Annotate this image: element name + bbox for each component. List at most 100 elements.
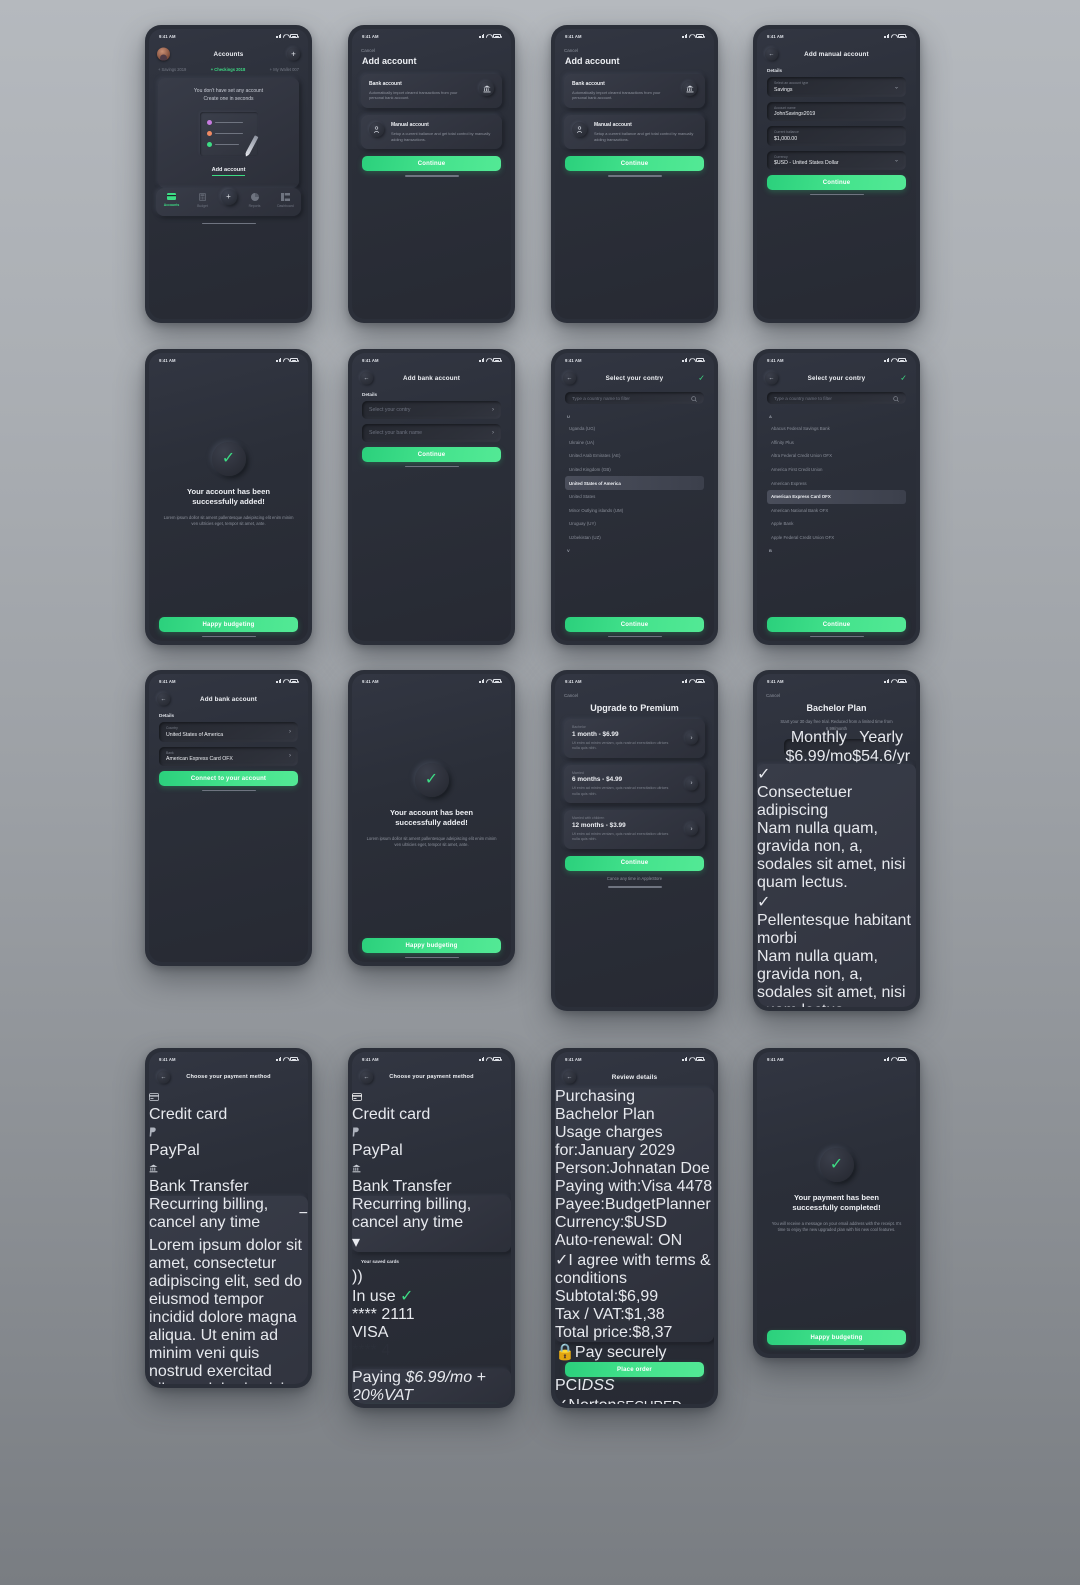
list-item[interactable]: America First Credit Union xyxy=(767,463,906,477)
list-item-selected[interactable]: American Express Card OFX xyxy=(767,489,906,504)
bank-field[interactable]: Bank American Express Card OFX › xyxy=(159,746,298,766)
add-account-button[interactable]: Add account xyxy=(211,167,246,176)
account-name-field[interactable]: Account name JohnSavings2019 xyxy=(767,101,906,121)
place-order-button[interactable]: Place order xyxy=(565,1362,704,1377)
happy-budgeting-button[interactable]: Happy budgeting xyxy=(767,1330,906,1345)
continue-button[interactable]: Continue xyxy=(767,175,906,190)
list-item[interactable]: Ukraine (UA) xyxy=(565,436,704,450)
sidebar-item-wallet[interactable]: + My Wallet 007 xyxy=(270,67,299,72)
happy-budgeting-button[interactable]: Happy budgeting xyxy=(362,938,501,953)
list-item[interactable]: United States xyxy=(565,490,704,504)
tab-dashboard[interactable]: Dashboard xyxy=(273,193,299,208)
country-field[interactable]: Country United States of America › xyxy=(159,722,298,742)
chevron-right-icon[interactable]: › xyxy=(685,731,698,745)
detail-row: Person:Johnatan Doe xyxy=(555,1160,714,1178)
continue-button[interactable]: Continue xyxy=(362,156,501,172)
sidebar-item-savings[interactable]: + Savings 2019 xyxy=(158,67,186,72)
payment-method-bank-transfer[interactable]: Bank Transfer xyxy=(149,1160,308,1196)
plan-card-married[interactable]: Married 6 months - $4.99 Ut enim ad mini… xyxy=(564,764,705,804)
payment-methods-carousel[interactable]: Credit card PayPal Bank Transfer xyxy=(352,1088,511,1196)
search-input[interactable]: Type a country name to filter xyxy=(565,392,704,404)
confirm-check-icon[interactable]: ✓ xyxy=(900,374,907,383)
back-arrow-icon[interactable]: ← xyxy=(765,47,778,61)
back-arrow-icon[interactable]: ← xyxy=(563,371,576,385)
back-arrow-icon[interactable]: ← xyxy=(157,1070,170,1084)
terms-row[interactable]: ✓I agree with terms & conditions xyxy=(555,1250,714,1288)
recurring-billing-accordion[interactable]: Recurring billing, cancel any time ▾ xyxy=(352,1196,511,1252)
back-arrow-icon[interactable]: ← xyxy=(360,371,373,385)
back-arrow-icon[interactable]: ← xyxy=(563,1070,576,1084)
list-item[interactable]: Apple Federal Credit Union OFX xyxy=(767,531,906,545)
confirm-check-icon[interactable]: ✓ xyxy=(698,374,705,383)
payment-method-paypal[interactable]: PayPal xyxy=(352,1124,511,1160)
search-input[interactable]: Type a country name to filter xyxy=(767,392,906,404)
list-item[interactable]: Uganda (UG) xyxy=(565,422,704,436)
collapse-icon[interactable]: − xyxy=(299,1205,308,1223)
empty-line-1: You don't have set any account xyxy=(193,88,264,94)
list-item[interactable]: American National Bank OFX xyxy=(767,504,906,518)
plan-card-married-children[interactable]: Married with children 12 months - $3.99 … xyxy=(564,810,705,849)
saved-card-visa[interactable]: )) In use ✓ **** 2111 VISA xyxy=(352,1268,511,1342)
list-item[interactable]: Altra Federal Credit Union OFX xyxy=(767,449,906,463)
current-balance-field[interactable]: Current ballance $1,000.00 xyxy=(767,126,906,146)
option-manual-account[interactable]: Manual account Setup a current ballance … xyxy=(361,115,502,150)
saved-cards-carousel[interactable]: )) In use ✓ **** 2111 VISA **** 4 xyxy=(352,1268,511,1360)
back-arrow-icon[interactable]: ← xyxy=(360,1070,373,1084)
bank-select[interactable]: Select your bank name › xyxy=(362,424,501,442)
continue-button[interactable]: Continue xyxy=(767,617,906,632)
expand-icon[interactable]: ▾ xyxy=(352,1232,511,1252)
cards-dots[interactable] xyxy=(352,1360,511,1369)
avatar[interactable] xyxy=(157,47,170,61)
list-item[interactable]: Uzbekistan (UZ) xyxy=(565,531,704,545)
terms-checkbox[interactable]: ✓ xyxy=(555,1252,568,1269)
continue-button[interactable]: Continue xyxy=(565,617,704,632)
payment-method-paypal[interactable]: PayPal xyxy=(149,1124,308,1160)
country-select[interactable]: Select your contry › xyxy=(362,401,501,419)
chevron-right-icon[interactable]: › xyxy=(685,822,698,836)
option-bank-account[interactable]: Bank account Automatically import cleare… xyxy=(564,74,705,109)
cancel-button[interactable]: Cancel xyxy=(352,43,511,54)
payment-method-credit-card[interactable]: Credit card xyxy=(352,1088,511,1124)
list-item[interactable]: Uruguay (UY) xyxy=(565,517,704,531)
continue-button[interactable]: Continue xyxy=(565,156,704,172)
list-item[interactable]: Abacus Federal Savings Bank xyxy=(767,422,906,436)
segment-monthly[interactable]: Monthly $6.99/mo xyxy=(786,729,853,765)
plan-card-bachelor[interactable]: Bachelor 1 month - $6.99 Ut enim ad mini… xyxy=(564,719,705,758)
tab-accounts[interactable]: Accounts xyxy=(159,193,185,207)
cancel-button[interactable]: Cancel xyxy=(757,688,916,699)
bank-list[interactable]: A Abacus Federal Savings Bank Affinity P… xyxy=(757,410,916,627)
connect-account-button[interactable]: Connect to your account xyxy=(159,771,298,786)
saved-card-secondary[interactable]: **** 4 xyxy=(352,1342,511,1360)
billing-period-segment[interactable]: Monthly $6.99/mo Yearly $54.6/yr xyxy=(784,729,910,765)
back-arrow-icon[interactable]: ← xyxy=(765,371,778,385)
payment-methods-carousel[interactable]: Credit card PayPal Bank Transfer xyxy=(149,1088,308,1196)
tab-reports[interactable]: Reports xyxy=(242,193,268,208)
tab-budget[interactable]: Budget xyxy=(190,193,216,208)
payment-method-bank-transfer[interactable]: Bank Transfer xyxy=(352,1160,511,1196)
option-bank-account[interactable]: Bank account Automatically import cleare… xyxy=(361,74,502,109)
list-item[interactable]: Affinity Plus xyxy=(767,436,906,450)
recurring-billing-accordion[interactable]: Recurring billing, cancel any time − Lor… xyxy=(149,1196,308,1384)
list-item[interactable]: Minor Outlying islands (UM) xyxy=(565,504,704,518)
currency-field[interactable]: Currency $USD - United States Dollar ⌄ xyxy=(767,150,906,170)
account-type-field[interactable]: Select an account type Savings ⌄ xyxy=(767,77,906,97)
cancel-button[interactable]: Cancel xyxy=(555,688,714,699)
option-manual-account[interactable]: Manual account Setup a current ballance … xyxy=(564,115,705,150)
add-transaction-fab[interactable]: + xyxy=(220,189,237,205)
segment-yearly[interactable]: Yearly $54.6/yr xyxy=(852,729,910,765)
list-item[interactable]: United Arab Emirates (AE) xyxy=(565,449,704,463)
list-item-selected[interactable]: United States of America xyxy=(565,476,704,490)
continue-button[interactable]: Continue xyxy=(362,447,501,462)
continue-button[interactable]: Continue xyxy=(565,855,704,871)
list-item[interactable]: Apple Bank xyxy=(767,517,906,531)
sidebar-item-checkings[interactable]: + Checkings 2018 xyxy=(211,67,245,72)
list-item[interactable]: American Express xyxy=(767,476,906,490)
list-item[interactable]: United Kingdom (GB) xyxy=(565,463,704,477)
back-arrow-icon[interactable]: ← xyxy=(157,692,170,706)
happy-budgeting-button[interactable]: Happy budgeting xyxy=(159,617,298,632)
chevron-right-icon[interactable]: › xyxy=(685,777,698,791)
payment-method-credit-card[interactable]: Credit card xyxy=(149,1088,308,1124)
add-icon[interactable]: + xyxy=(287,47,300,61)
cancel-button[interactable]: Cancel xyxy=(555,43,714,54)
country-list[interactable]: U Uganda (UG) Ukraine (UA) United Arab E… xyxy=(555,410,714,627)
